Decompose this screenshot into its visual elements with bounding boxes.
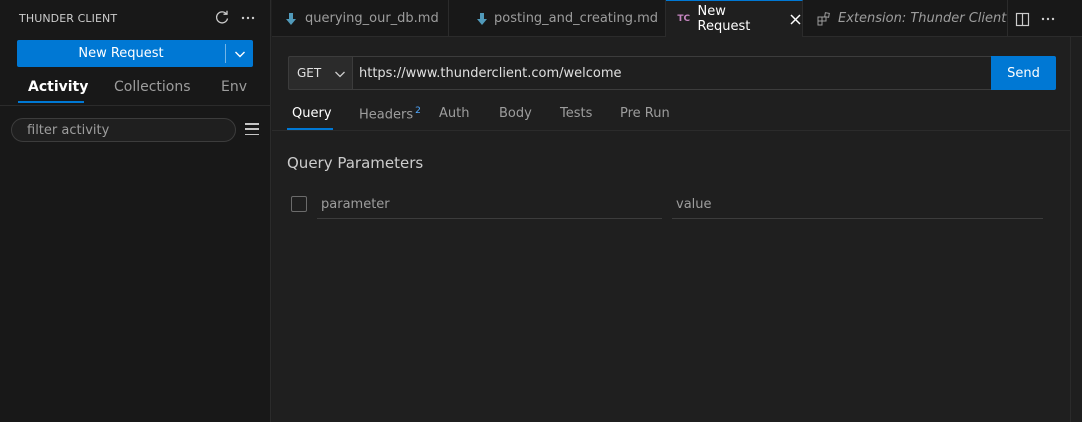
filter-activity-box: [11, 118, 236, 142]
tab-headers[interactable]: Headers 2: [359, 106, 421, 122]
editor-tab-querying[interactable]: querying_our_db.md: [272, 0, 449, 37]
tab-env[interactable]: Env: [221, 79, 247, 95]
editor-tab-posting[interactable]: posting_and_creating.md: [449, 0, 666, 37]
tab-auth[interactable]: Auth: [439, 106, 469, 121]
new-request-button-group: New Request: [17, 40, 253, 67]
tab-label: querying_our_db.md: [305, 11, 439, 26]
request-tabs: Query Headers 2 Auth Body Tests Pre Run: [272, 101, 1070, 131]
query-param-row: [290, 191, 1050, 219]
editor-tab-new-request[interactable]: TC New Request: [666, 0, 803, 37]
editor-scroll-gutter: [1070, 37, 1082, 422]
extension-icon: [816, 11, 832, 27]
refresh-icon[interactable]: [213, 9, 231, 27]
tab-collections[interactable]: Collections: [114, 79, 191, 95]
filter-activity-input[interactable]: [12, 119, 235, 141]
tab-label: posting_and_creating.md: [494, 11, 659, 26]
split-editor-icon[interactable]: [1013, 10, 1031, 28]
param-value-input[interactable]: [672, 191, 1043, 218]
tab-query[interactable]: Query: [292, 106, 332, 121]
param-name-field: [317, 191, 662, 219]
query-parameters-title: Query Parameters: [287, 154, 424, 172]
headers-count-badge: 2: [415, 106, 421, 116]
close-icon[interactable]: [788, 12, 802, 26]
tab-activity[interactable]: Activity: [28, 79, 88, 95]
menu-icon[interactable]: [243, 121, 261, 137]
param-value-field: [672, 191, 1043, 219]
vscode-window: THUNDER CLIENT New Request Activity Coll…: [0, 0, 1082, 422]
url-bar: GET Send: [288, 56, 1056, 90]
url-field: [352, 56, 992, 90]
markdown-icon: [283, 11, 299, 27]
more-actions-icon[interactable]: [1039, 10, 1057, 28]
active-tab-indicator: [18, 101, 84, 103]
new-request-dropdown-button[interactable]: [226, 40, 253, 67]
sidebar-header: THUNDER CLIENT: [0, 0, 271, 37]
param-enable-checkbox[interactable]: [291, 196, 307, 212]
editor-tab-bar: querying_our_db.md posting_and_creating.…: [272, 0, 1082, 37]
thunder-client-icon: TC: [677, 14, 691, 24]
method-value: GET: [297, 66, 322, 80]
chevron-down-icon: [335, 71, 345, 78]
tab-label: New Request: [697, 4, 751, 34]
sidebar-title: THUNDER CLIENT: [19, 12, 118, 25]
send-button[interactable]: Send: [991, 56, 1056, 90]
more-icon[interactable]: [239, 9, 257, 27]
markdown-icon: [476, 11, 488, 27]
tab-label: Extension: Thunder Client: [838, 11, 1007, 26]
tab-pre-run[interactable]: Pre Run: [620, 106, 670, 121]
thunder-client-sidebar: THUNDER CLIENT New Request Activity Coll…: [0, 0, 271, 422]
sidebar-tabs: Activity Collections Env: [0, 72, 271, 106]
tab-tests[interactable]: Tests: [560, 106, 592, 121]
request-editor: GET Send Query Headers2 Auth Body Tests …: [272, 37, 1070, 422]
url-input[interactable]: [353, 57, 991, 89]
param-name-input[interactable]: [317, 191, 662, 218]
chevron-down-icon: [234, 51, 245, 57]
tab-headers-label: Headers: [359, 107, 414, 123]
new-request-button[interactable]: New Request: [17, 40, 225, 67]
tab-body[interactable]: Body: [499, 106, 532, 121]
method-select[interactable]: GET: [288, 56, 352, 90]
active-tab-indicator: [287, 128, 333, 130]
editor-tab-extension[interactable]: Extension: Thunder Client: [803, 0, 1008, 37]
